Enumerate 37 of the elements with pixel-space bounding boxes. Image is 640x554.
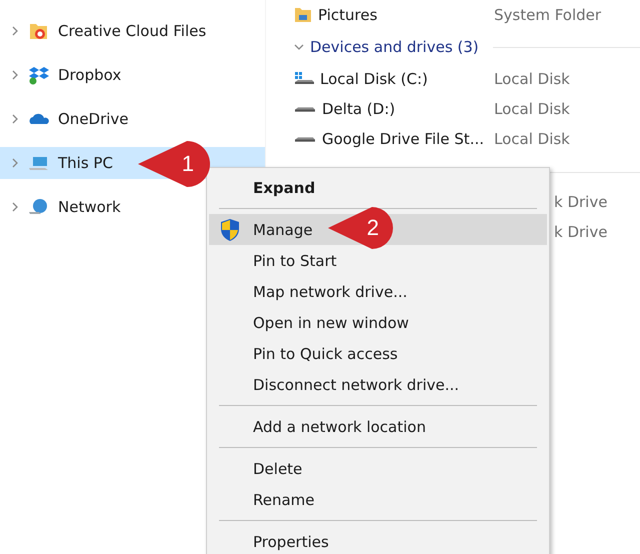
menu-item[interactable]: Disconnect network drive... — [209, 369, 547, 400]
item-type: System Folder — [494, 6, 602, 24]
drive-type: Local Disk — [494, 130, 570, 148]
drive-name[interactable]: Delta (D:) — [322, 100, 396, 118]
menu-item[interactable]: Properties — [209, 526, 547, 554]
drive-icon — [295, 136, 315, 142]
drive-type: k Drive — [554, 223, 608, 241]
drive-type: k Drive — [554, 193, 608, 211]
menu-item[interactable]: Open in new window — [209, 307, 547, 338]
chevron-right-icon[interactable] — [10, 70, 20, 80]
dropbox-icon — [28, 65, 50, 85]
nav-item[interactable]: Dropbox — [0, 59, 265, 91]
menu-item[interactable]: Add a network location — [209, 411, 547, 442]
chevron-right-icon[interactable] — [10, 202, 20, 212]
drive-name[interactable]: Local Disk (C:) — [320, 70, 428, 88]
menu-item[interactable]: Pin to Quick access — [209, 338, 547, 369]
folder-icon — [28, 21, 50, 41]
chevron-right-icon[interactable] — [10, 114, 20, 124]
drive-name[interactable]: Google Drive File St... — [322, 130, 484, 148]
menu-item[interactable]: Map network drive... — [209, 276, 547, 307]
network-icon — [28, 197, 50, 217]
folder-icon — [294, 6, 312, 24]
drive-type: Local Disk — [494, 100, 570, 118]
chevron-right-icon[interactable] — [10, 26, 20, 36]
group-header[interactable]: Devices and drives (3) — [310, 38, 479, 56]
nav-item[interactable]: OneDrive — [0, 103, 265, 135]
menu-item[interactable]: Delete — [209, 453, 547, 484]
item-name[interactable]: Pictures — [318, 6, 378, 24]
drive-icon — [295, 106, 315, 112]
system-drive-icon — [294, 71, 314, 87]
drive-type: Local Disk — [494, 70, 570, 88]
menu-item[interactable]: Rename — [209, 484, 547, 515]
callout-badge: 1 — [138, 139, 212, 189]
chevron-right-icon[interactable] — [10, 158, 20, 168]
nav-item[interactable]: Creative Cloud Files — [0, 15, 265, 47]
chevron-down-icon[interactable] — [294, 42, 304, 52]
callout-badge: 2 — [328, 205, 395, 251]
